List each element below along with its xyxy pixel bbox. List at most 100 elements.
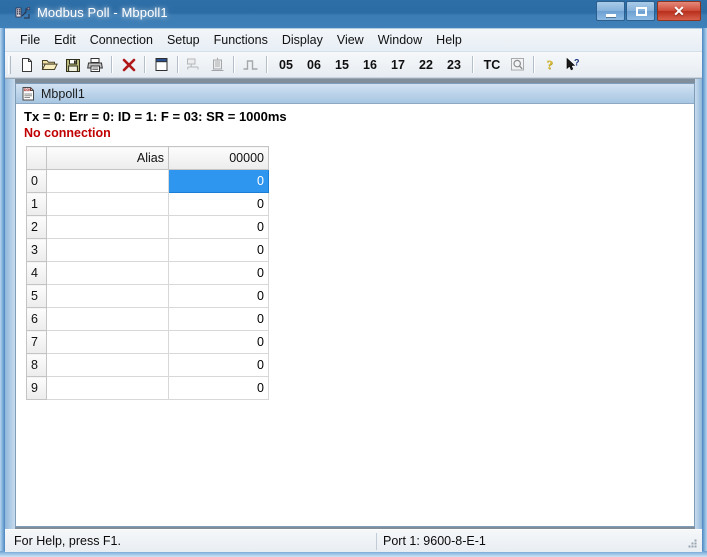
alias-cell-2[interactable] <box>46 215 169 239</box>
context-help-arrow-icon: ? <box>566 57 580 70</box>
column-header-alias[interactable]: Alias <box>46 146 169 170</box>
table-row[interactable]: 9 0 <box>26 376 269 400</box>
menu-item-window[interactable]: Window <box>371 30 429 50</box>
alias-cell-8[interactable] <box>46 353 169 377</box>
print-button[interactable] <box>84 54 107 76</box>
print-icon <box>87 57 103 72</box>
new-window-button[interactable] <box>150 54 173 76</box>
register-data-grid[interactable]: Alias 00000 0 0 1 0 2 0 3 0 4 0 5 0 6 0 … <box>26 146 269 400</box>
row-index-2[interactable]: 2 <box>26 215 47 239</box>
table-row[interactable]: 7 0 <box>26 330 269 354</box>
alias-cell-4[interactable] <box>46 261 169 285</box>
column-header-address[interactable]: 00000 <box>168 146 269 170</box>
toolbar-separator <box>472 56 474 73</box>
value-cell-6[interactable]: 0 <box>168 307 269 331</box>
mdi-child-window-mbpoll1[interactable]: DOC Mbpoll1 Tx = 0: Err = 0: ID = 1: F =… <box>15 83 695 527</box>
row-index-4[interactable]: 4 <box>26 261 47 285</box>
test-center-magnifier-button[interactable] <box>506 54 529 76</box>
toolbar-separator <box>111 56 113 73</box>
value-cell-3[interactable]: 0 <box>168 238 269 262</box>
svg-text:?: ? <box>574 57 580 67</box>
document-doc-icon: DOC <box>21 86 36 101</box>
value-cell-5[interactable]: 0 <box>168 284 269 308</box>
alias-cell-3[interactable] <box>46 238 169 262</box>
minimize-button[interactable] <box>596 1 625 21</box>
status-bar: For Help, press F1. Port 1: 9600-8-E-1 <box>5 529 702 552</box>
menu-item-display[interactable]: Display <box>275 30 330 50</box>
menu-item-connection[interactable]: Connection <box>83 30 160 50</box>
table-row[interactable]: 0 0 <box>26 169 269 193</box>
row-index-3[interactable]: 3 <box>26 238 47 262</box>
grid-header-row: Alias 00000 <box>26 146 269 170</box>
function-code-17-button[interactable]: 17 <box>384 54 412 76</box>
row-index-6[interactable]: 6 <box>26 307 47 331</box>
row-index-8[interactable]: 8 <box>26 353 47 377</box>
minimize-icon <box>606 14 616 17</box>
toolbar-separator <box>233 56 235 73</box>
signal-button[interactable] <box>239 54 262 76</box>
alias-cell-1[interactable] <box>46 192 169 216</box>
function-code-23-button[interactable]: 23 <box>440 54 468 76</box>
value-cell-7[interactable]: 0 <box>168 330 269 354</box>
save-button[interactable] <box>61 54 84 76</box>
modbus-poll-app-icon <box>14 5 32 23</box>
value-cell-9[interactable]: 0 <box>168 376 269 400</box>
alias-cell-9[interactable] <box>46 376 169 400</box>
row-index-9[interactable]: 9 <box>26 376 47 400</box>
toolbar-separator <box>177 56 179 73</box>
menu-item-functions[interactable]: Functions <box>207 30 275 50</box>
function-code-22-button[interactable]: 22 <box>412 54 440 76</box>
table-row[interactable]: 4 0 <box>26 261 269 285</box>
disconnect-button[interactable] <box>117 54 140 76</box>
table-row[interactable]: 6 0 <box>26 307 269 331</box>
menu-item-file[interactable]: File <box>13 30 47 50</box>
alias-cell-6[interactable] <box>46 307 169 331</box>
table-row[interactable]: 2 0 <box>26 215 269 239</box>
mdi-frame-right <box>695 79 702 531</box>
menu-item-help[interactable]: Help <box>429 30 469 50</box>
value-cell-0[interactable]: 0 <box>168 169 269 193</box>
maximize-button[interactable] <box>626 1 655 21</box>
table-row[interactable]: 3 0 <box>26 238 269 262</box>
value-cell-8[interactable]: 0 <box>168 353 269 377</box>
value-cell-4[interactable]: 0 <box>168 261 269 285</box>
help-button[interactable]: ? ? <box>539 54 562 76</box>
close-button[interactable]: ✕ <box>657 1 701 21</box>
poll-device-button[interactable] <box>206 54 229 76</box>
row-index-0[interactable]: 0 <box>26 169 47 193</box>
alias-cell-7[interactable] <box>46 330 169 354</box>
function-code-15-button[interactable]: 15 <box>328 54 356 76</box>
value-cell-1[interactable]: 0 <box>168 192 269 216</box>
toolbar: 05 06 15 16 17 22 23 TC ? ? ? <box>5 52 702 78</box>
new-file-button[interactable] <box>15 54 38 76</box>
close-icon: ✕ <box>673 2 685 19</box>
context-help-button[interactable]: ? <box>562 54 585 76</box>
open-file-button[interactable] <box>38 54 61 76</box>
menu-item-setup[interactable]: Setup <box>160 30 207 50</box>
menu-item-view[interactable]: View <box>330 30 371 50</box>
test-center-button[interactable]: TC <box>478 54 506 76</box>
grid-corner-header[interactable] <box>26 146 47 170</box>
menu-item-edit[interactable]: Edit <box>47 30 83 50</box>
function-code-05-button[interactable]: 05 <box>272 54 300 76</box>
row-index-7[interactable]: 7 <box>26 330 47 354</box>
mdi-window-body: Tx = 0: Err = 0: ID = 1: F = 03: SR = 10… <box>16 105 694 526</box>
svg-text:DOC: DOC <box>24 88 32 92</box>
table-row[interactable]: 1 0 <box>26 192 269 216</box>
alias-cell-0[interactable] <box>46 169 169 193</box>
window-frame-right <box>702 0 707 557</box>
toolbar-separator <box>266 56 268 73</box>
resize-grip-icon[interactable] <box>686 537 698 549</box>
value-cell-2[interactable]: 0 <box>168 215 269 239</box>
row-index-5[interactable]: 5 <box>26 284 47 308</box>
table-row[interactable]: 8 0 <box>26 353 269 377</box>
function-code-16-button[interactable]: 16 <box>356 54 384 76</box>
alias-cell-5[interactable] <box>46 284 169 308</box>
function-code-06-button[interactable]: 06 <box>300 54 328 76</box>
read-write-definition-button[interactable] <box>183 54 206 76</box>
window-title: Modbus Poll - Mbpoll1 <box>37 5 168 20</box>
read-write-def-icon <box>187 58 199 70</box>
table-row[interactable]: 5 0 <box>26 284 269 308</box>
toolbar-grip[interactable] <box>8 55 12 74</box>
row-index-1[interactable]: 1 <box>26 192 47 216</box>
